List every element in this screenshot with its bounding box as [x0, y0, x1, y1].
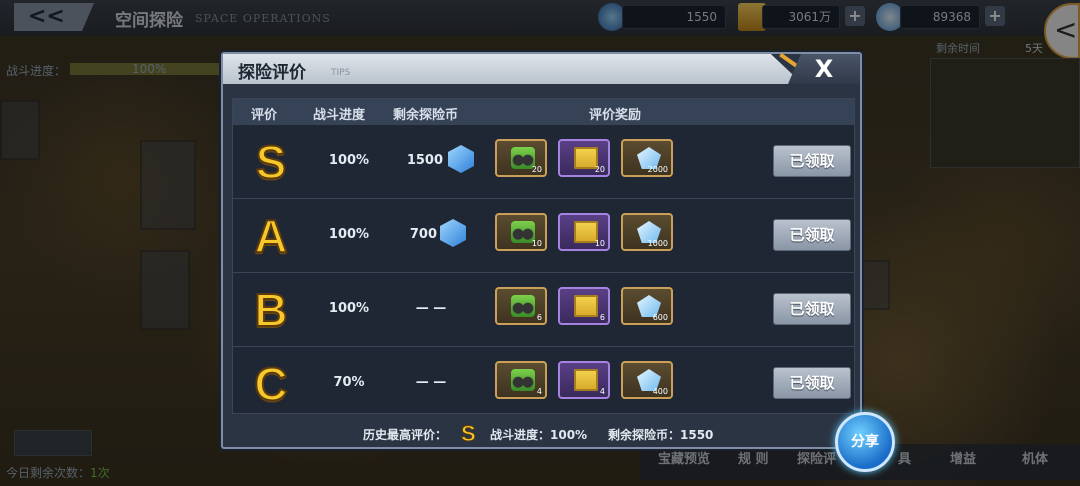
- binoculars-icon: [511, 295, 535, 317]
- row-progress: 100%: [328, 301, 370, 316]
- reward-qty: 20: [531, 165, 542, 174]
- best-rating-progress: 战斗进度：100%: [490, 428, 588, 442]
- reward-qty: 4: [599, 387, 605, 396]
- close-button[interactable]: X: [788, 54, 860, 84]
- reward-item[interactable]: 6: [558, 287, 610, 325]
- table-row: S 100% 1500 20 20 2000 已领取: [233, 125, 854, 199]
- reward-item[interactable]: 20: [558, 139, 610, 177]
- reward-item[interactable]: 20: [495, 139, 547, 177]
- reward-qty: 400: [652, 387, 668, 396]
- reward-item[interactable]: 10: [558, 213, 610, 251]
- header-rewards: 评价奖励: [589, 108, 642, 123]
- row-coins: — —: [415, 301, 447, 316]
- modal-tips: TIPS: [331, 68, 351, 78]
- reward-item[interactable]: 600: [621, 287, 673, 325]
- table-row: A 100% 700 10 10 1000 已领取: [233, 199, 854, 273]
- binoculars-icon: [511, 369, 535, 391]
- claimed-button[interactable]: 已领取: [773, 219, 851, 251]
- modal-title: 探险评价: [238, 63, 306, 83]
- row-progress: 100%: [328, 153, 370, 168]
- share-button[interactable]: 分享: [835, 412, 895, 472]
- reward-qty: 2000: [647, 165, 668, 174]
- reward-qty: 600: [652, 313, 668, 322]
- grade-letter: B: [253, 284, 288, 336]
- claimed-button[interactable]: 已领取: [773, 145, 851, 177]
- scroll-icon: [574, 295, 598, 317]
- table-row: B 100% — — 6 6 600 已领取: [233, 273, 854, 347]
- best-rating-coins: 剩余探险币：1550: [608, 428, 714, 442]
- table-header: 评价 战斗进度 剩余探险币 评价奖励: [233, 99, 854, 125]
- reward-qty: 1000: [647, 239, 668, 248]
- table-row: C 70% — — 4 4 400 已领取: [233, 347, 854, 413]
- reward-qty: 6: [536, 313, 542, 322]
- grade-letter: A: [253, 210, 288, 262]
- reward-item[interactable]: 10: [495, 213, 547, 251]
- grade-letter: C: [253, 358, 288, 410]
- reward-qty: 10: [594, 239, 605, 248]
- reward-item[interactable]: 400: [621, 361, 673, 399]
- reward-qty: 6: [599, 313, 605, 322]
- scroll-icon: [574, 369, 598, 391]
- reward-item[interactable]: 6: [495, 287, 547, 325]
- rating-table: 评价 战斗进度 剩余探险币 评价奖励 S 100% 1500 20 20 200…: [232, 98, 855, 414]
- modal-header: [223, 54, 803, 84]
- reward-qty: 20: [594, 165, 605, 174]
- reward-item[interactable]: 1000: [621, 213, 673, 251]
- reward-qty: 10: [531, 239, 542, 248]
- row-coins: 700: [409, 227, 437, 242]
- claimed-button[interactable]: 已领取: [773, 367, 851, 399]
- claimed-button[interactable]: 已领取: [773, 293, 851, 325]
- explore-coin-icon: [440, 219, 466, 247]
- header-progress: 战斗进度: [313, 108, 366, 123]
- row-progress: 70%: [333, 375, 365, 390]
- reward-qty: 4: [536, 387, 542, 396]
- rating-modal: 探险评价 TIPS X 评价 战斗进度 剩余探险币 评价奖励 S 100% 15…: [221, 52, 862, 449]
- header-coins: 剩余探险币: [393, 108, 459, 123]
- reward-item[interactable]: 4: [558, 361, 610, 399]
- best-rating-label: 历史最高评价：: [363, 428, 448, 442]
- grade-letter: S: [255, 136, 288, 188]
- explore-coin-icon: [448, 145, 474, 173]
- row-coins: 1500: [406, 153, 443, 168]
- best-rating-grade: S: [461, 421, 477, 447]
- reward-item[interactable]: 2000: [621, 139, 673, 177]
- reward-item[interactable]: 4: [495, 361, 547, 399]
- header-grade: 评价: [251, 108, 278, 123]
- row-coins: — —: [415, 375, 447, 390]
